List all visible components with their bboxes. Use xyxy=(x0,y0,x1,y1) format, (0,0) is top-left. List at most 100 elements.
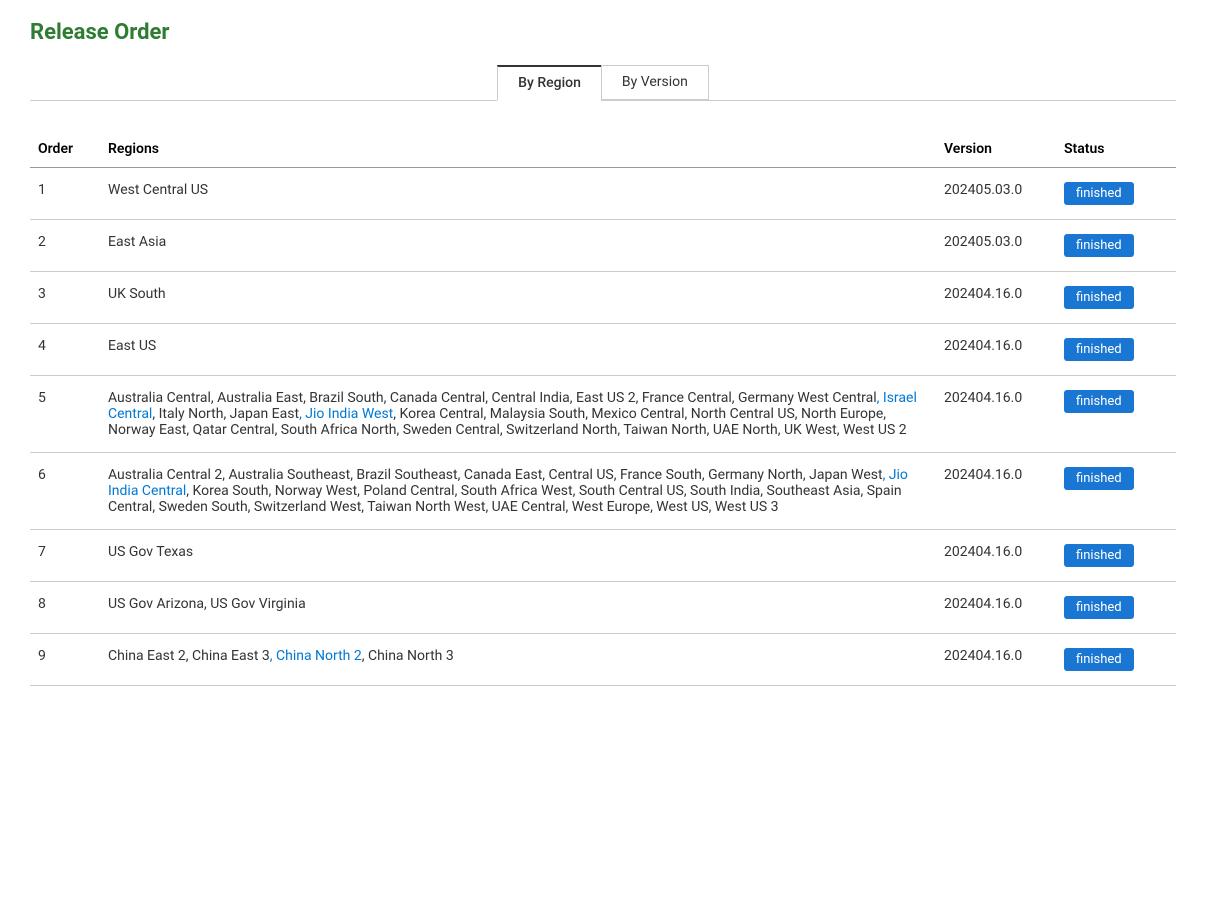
cell-version: 202404.16.0 xyxy=(936,634,1056,686)
cell-status: finished xyxy=(1056,376,1176,453)
cell-regions: US Gov Arizona, US Gov Virginia xyxy=(100,582,936,634)
region-text[interactable]: , Jio India West xyxy=(299,406,393,422)
region-text: , Central US xyxy=(542,467,613,483)
tab-by-version[interactable]: By Version xyxy=(601,65,709,100)
col-header-version: Version xyxy=(936,131,1056,168)
region-text: UK South xyxy=(108,286,166,302)
region-text: , South Africa North xyxy=(275,422,397,438)
region-text: , Taiwan North West xyxy=(361,499,485,515)
region-text: , Japan West xyxy=(803,467,883,483)
region-text: West Central US xyxy=(108,182,208,198)
region-text: , UAE Central xyxy=(485,499,565,515)
cell-order: 6 xyxy=(30,453,100,530)
cell-version: 202404.16.0 xyxy=(936,453,1056,530)
cell-regions: UK South xyxy=(100,272,936,324)
region-text: , Sweden South xyxy=(152,499,247,515)
region-text: , West US 3 xyxy=(709,499,779,515)
region-text: , Japan East xyxy=(223,406,299,422)
cell-order: 3 xyxy=(30,272,100,324)
region-text: Australia Central xyxy=(108,390,211,406)
page-title: Release Order xyxy=(30,20,1176,45)
region-text: , Korea South xyxy=(186,483,268,499)
cell-order: 2 xyxy=(30,220,100,272)
region-text: , South Central US xyxy=(573,483,684,499)
cell-status: finished xyxy=(1056,168,1176,220)
region-text: , Switzerland North xyxy=(500,422,618,438)
region-text: , Australia Southeast xyxy=(222,467,350,483)
col-header-status: Status xyxy=(1056,131,1176,168)
tab-bar: By Region By Version xyxy=(30,65,1176,101)
table-row: 8US Gov Arizona, US Gov Virginia202404.1… xyxy=(30,582,1176,634)
region-text: , Switzerland West xyxy=(248,499,362,515)
table-row: 2 East Asia 202405.03.0 finished xyxy=(30,220,1176,272)
region-text: , South India xyxy=(684,483,760,499)
cell-order: 9 xyxy=(30,634,100,686)
region-text: , Brazil South xyxy=(303,390,384,406)
table-row: 5Australia Central, Australia East, Braz… xyxy=(30,376,1176,453)
cell-status: finished xyxy=(1056,272,1176,324)
status-badge: finished xyxy=(1064,182,1134,205)
cell-order: 7 xyxy=(30,530,100,582)
region-text: , North Central US xyxy=(685,406,795,422)
col-header-regions: Regions xyxy=(100,131,936,168)
region-text: , UAE North xyxy=(707,422,778,438)
region-text: , West US 2 xyxy=(837,422,907,438)
region-text: , East US 2 xyxy=(570,390,636,406)
cell-status: finished xyxy=(1056,634,1176,686)
status-badge: finished xyxy=(1064,286,1134,309)
cell-status: finished xyxy=(1056,324,1176,376)
cell-status: finished xyxy=(1056,220,1176,272)
region-text: , West Europe xyxy=(566,499,651,515)
col-header-order: Order xyxy=(30,131,100,168)
region-text: , France South xyxy=(614,467,702,483)
cell-version: 202404.16.0 xyxy=(936,582,1056,634)
status-badge: finished xyxy=(1064,544,1134,567)
region-text: , Canada East xyxy=(458,467,543,483)
status-badge: finished xyxy=(1064,648,1134,671)
cell-version: 202404.16.0 xyxy=(936,324,1056,376)
table-row: 9China East 2, China East 3, China North… xyxy=(30,634,1176,686)
status-badge: finished xyxy=(1064,390,1134,413)
region-text: , Qatar Central xyxy=(186,422,274,438)
region-text: , Germany West Central xyxy=(732,390,877,406)
cell-regions: East US xyxy=(100,324,936,376)
cell-order: 1 xyxy=(30,168,100,220)
status-badge: finished xyxy=(1064,234,1134,257)
cell-order: 5 xyxy=(30,376,100,453)
region-text: , Germany North xyxy=(702,467,803,483)
region-text: , Poland Central xyxy=(357,483,454,499)
cell-version: 202404.16.0 xyxy=(936,530,1056,582)
region-text: , Central India xyxy=(485,390,570,406)
status-badge: finished xyxy=(1064,596,1134,619)
region-text: , South Africa West xyxy=(455,483,573,499)
region-text: , France Central xyxy=(636,390,732,406)
region-text[interactable]: , China North 2 xyxy=(270,648,362,664)
cell-version: 202404.16.0 xyxy=(936,376,1056,453)
region-text: , North Europe xyxy=(795,406,883,422)
cell-version: 202405.03.0 xyxy=(936,168,1056,220)
region-text: East Asia xyxy=(108,234,166,250)
table-row: 3 UK South 202404.16.0 finished xyxy=(30,272,1176,324)
region-text: China East 2 xyxy=(108,648,186,664)
region-text: , Southeast Asia xyxy=(760,483,860,499)
cell-status: finished xyxy=(1056,582,1176,634)
release-order-table: Order Regions Version Status 1 West Centr… xyxy=(30,131,1176,686)
region-text: US Gov Arizona xyxy=(108,596,204,612)
cell-version: 202404.16.0 xyxy=(936,272,1056,324)
region-text: , Norway West xyxy=(269,483,358,499)
region-text: , Sweden Central xyxy=(397,422,500,438)
table-row: 1 West Central US 202405.03.0 finished xyxy=(30,168,1176,220)
cell-order: 4 xyxy=(30,324,100,376)
table-header-row: Order Regions Version Status xyxy=(30,131,1176,168)
table-row: 4East US202404.16.0 finished xyxy=(30,324,1176,376)
status-badge: finished xyxy=(1064,338,1134,361)
region-text: , US Gov Virginia xyxy=(204,596,306,612)
region-text: US Gov Texas xyxy=(108,544,193,560)
region-text: , Korea Central xyxy=(393,406,483,422)
region-text: Australia Central 2 xyxy=(108,467,222,483)
region-text: , Italy North xyxy=(152,406,223,422)
table-row: 7 US Gov Texas 202404.16.0 finished xyxy=(30,530,1176,582)
cell-version: 202405.03.0 xyxy=(936,220,1056,272)
tab-by-region[interactable]: By Region xyxy=(497,65,601,101)
region-text: , China North 3 xyxy=(362,648,454,664)
